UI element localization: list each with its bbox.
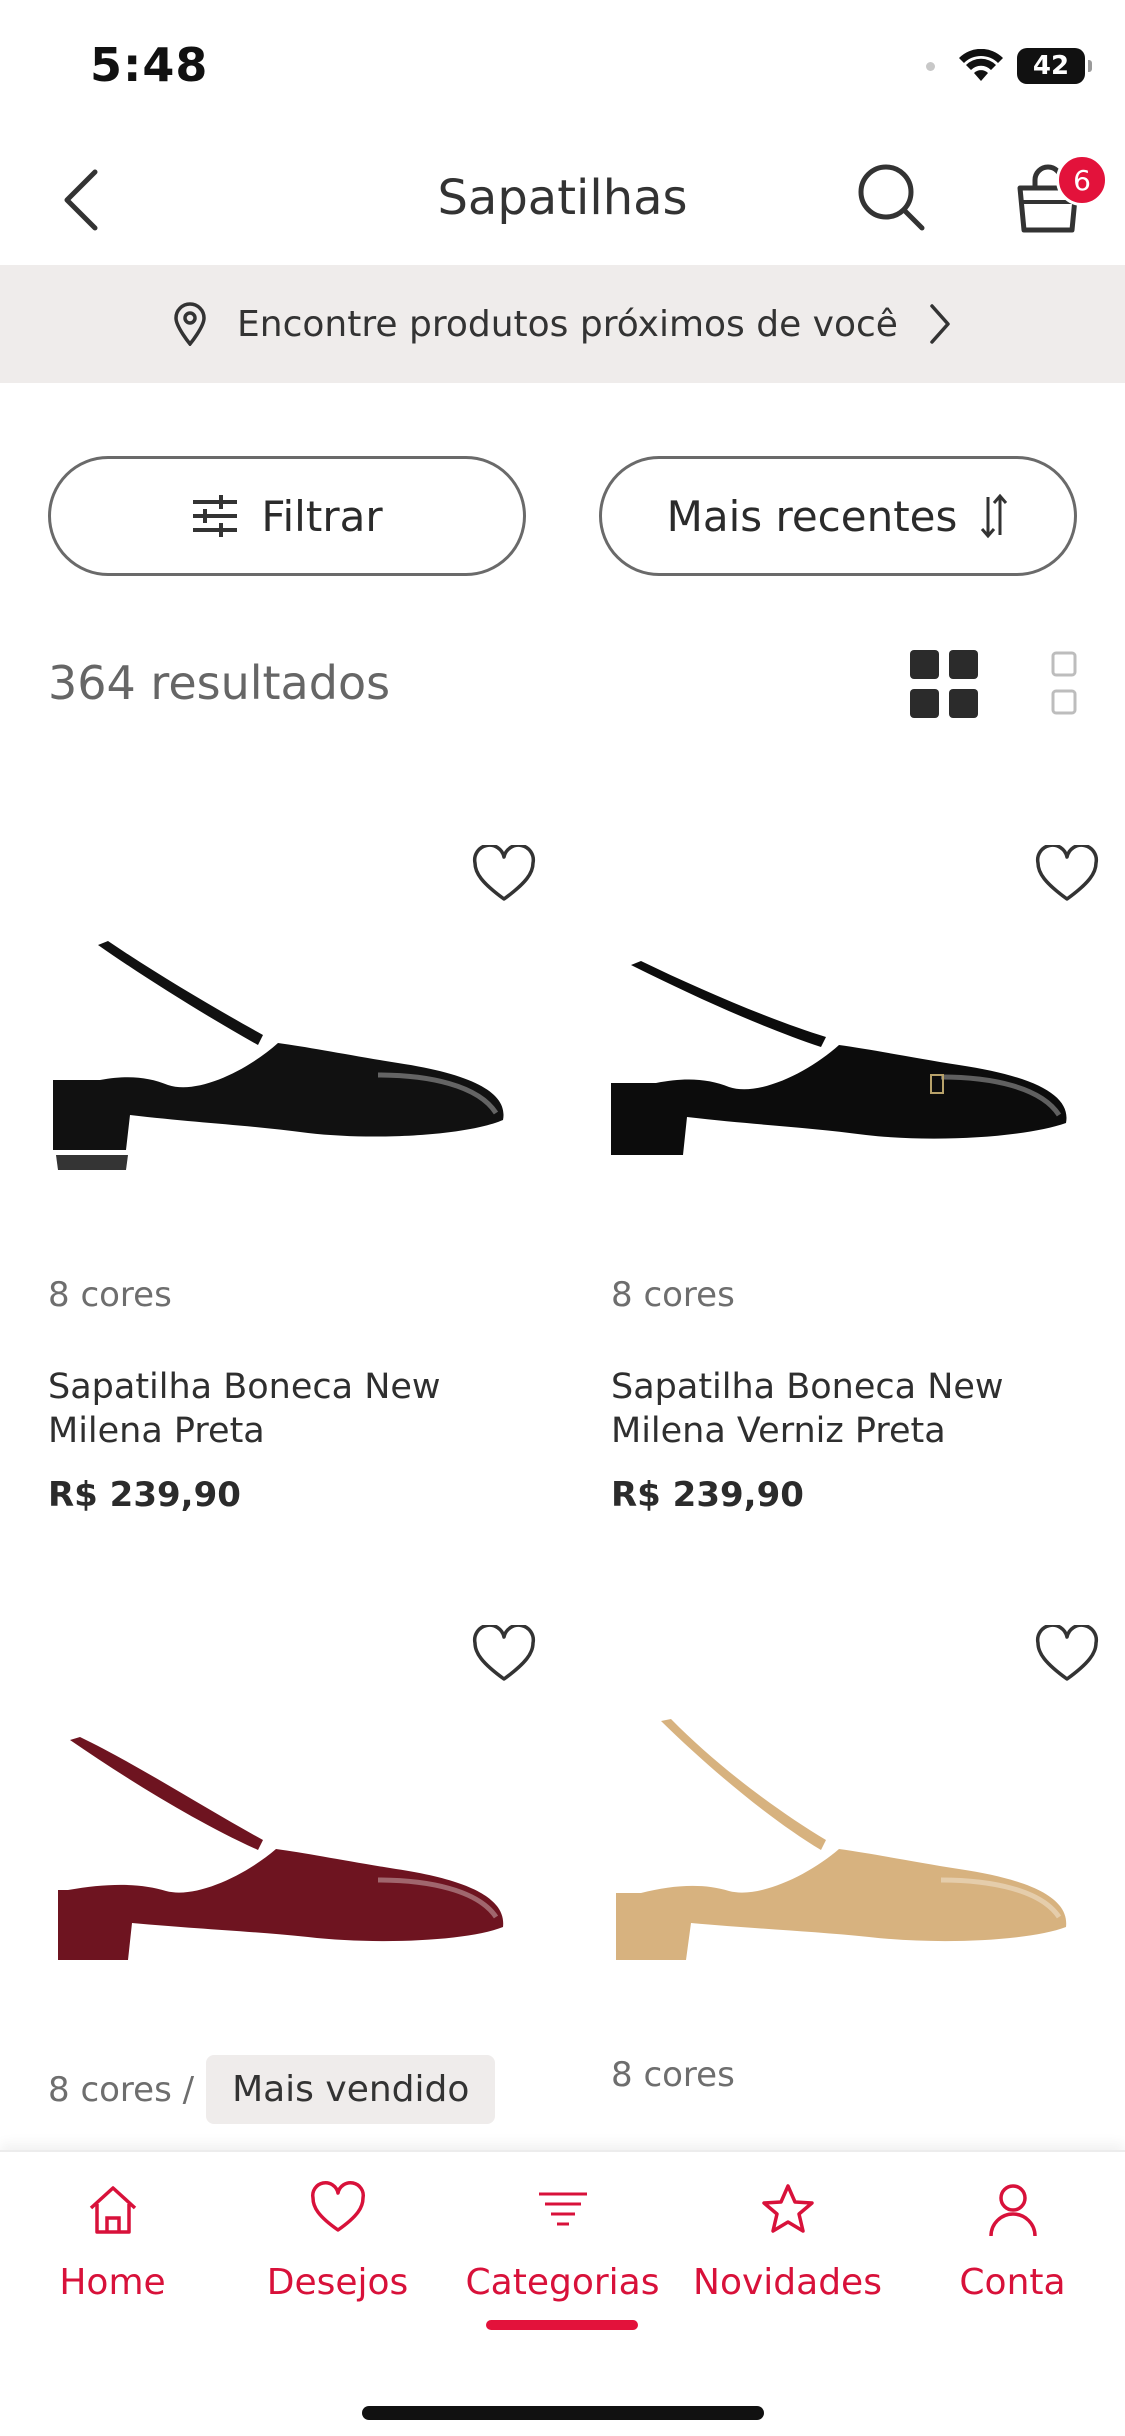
colors-count: 8 cores xyxy=(48,1275,172,1315)
product-card[interactable]: 8 cores Sapatilha Boneca New Milena Vern… xyxy=(611,843,1111,1525)
product-image xyxy=(611,961,1067,1155)
heart-icon xyxy=(472,843,536,901)
sliders-icon xyxy=(193,495,238,537)
nav-item-home[interactable]: Home xyxy=(0,2180,225,2303)
colors-count: 8 cores / xyxy=(48,2069,195,2110)
nav-label: Desejos xyxy=(266,2262,409,2303)
nav-item-categorias[interactable]: Categorias xyxy=(450,2180,675,2303)
status-time: 5:48 xyxy=(90,38,209,92)
product-colors: 8 cores xyxy=(611,1275,735,1315)
sort-label: Mais recentes xyxy=(666,491,958,541)
search-button[interactable] xyxy=(852,158,932,238)
product-colors: 8 cores xyxy=(48,1275,172,1315)
filter-label: Filtrar xyxy=(261,491,383,541)
product-image xyxy=(58,1737,504,1960)
page-title: Sapatilhas xyxy=(437,170,688,226)
results-count: 364 resultados xyxy=(48,656,391,710)
product-name[interactable]: Sapatilha Boneca New Milena Preta xyxy=(48,1365,528,1453)
nav-item-desejos[interactable]: Desejos xyxy=(225,2180,450,2303)
status-icons: 42 xyxy=(926,48,1092,84)
nav-label: Categorias xyxy=(465,2262,660,2303)
list-icon xyxy=(1051,651,1077,715)
product-image xyxy=(616,1719,1067,1960)
grid-view-toggle[interactable] xyxy=(910,650,978,718)
app-header: Sapatilhas 6 xyxy=(0,130,1125,265)
home-indicator[interactable] xyxy=(362,2406,764,2420)
battery-icon: 42 xyxy=(1017,48,1092,84)
product-card[interactable]: 8 cores / Mais vendido xyxy=(48,1623,548,2150)
heart-icon xyxy=(1035,1623,1099,1681)
wifi-icon xyxy=(959,49,1003,81)
nav-label: Novidades xyxy=(693,2262,882,2303)
heart-icon xyxy=(310,2181,365,2232)
nav-item-conta[interactable]: Conta xyxy=(900,2180,1125,2303)
search-icon xyxy=(858,164,925,231)
location-text: Encontre produtos próximos de você xyxy=(237,303,898,345)
cart-count-badge: 6 xyxy=(1056,154,1108,206)
product-colors: 8 cores xyxy=(611,2055,735,2095)
signal-icon xyxy=(926,61,935,71)
product-name[interactable]: Sapatilha Boneca New Milena Verniz Preta xyxy=(611,1365,1091,1453)
active-tab-indicator xyxy=(486,2320,638,2330)
home-icon xyxy=(89,2186,136,2234)
favorite-button[interactable] xyxy=(472,843,542,915)
product-card[interactable]: 8 cores Sapatilha Boneca New Milena Pret… xyxy=(48,843,548,1525)
product-image xyxy=(53,941,504,1170)
location-bar[interactable]: Encontre produtos próximos de você xyxy=(0,265,1125,383)
colors-count: 8 cores xyxy=(611,2055,735,2095)
status-bar: 5:48 42 xyxy=(0,0,1125,130)
nav-item-novidades[interactable]: Novidades xyxy=(675,2180,900,2303)
chevron-right-icon xyxy=(930,304,950,344)
star-icon xyxy=(761,2184,814,2233)
grid-icon xyxy=(910,650,978,718)
location-pin-icon xyxy=(174,302,206,346)
bottom-navigation: Home Desejos Categorias Novidades Conta xyxy=(0,2150,1125,2436)
bestseller-badge: Mais vendido xyxy=(206,2055,496,2124)
cart-button[interactable]: 6 xyxy=(1008,154,1108,248)
favorite-button[interactable] xyxy=(1035,843,1105,915)
categories-icon xyxy=(538,2192,587,2226)
list-view-toggle[interactable] xyxy=(1050,650,1080,720)
sort-button[interactable]: Mais recentes xyxy=(599,456,1077,576)
filter-button[interactable]: Filtrar xyxy=(48,456,526,576)
favorite-button[interactable] xyxy=(472,1623,542,1695)
nav-label: Home xyxy=(59,2262,166,2303)
sort-arrows-icon xyxy=(981,493,1008,539)
product-price: R$ 239,90 xyxy=(48,1475,241,1515)
favorite-button[interactable] xyxy=(1035,1623,1105,1695)
product-price: R$ 239,90 xyxy=(611,1475,804,1515)
user-icon xyxy=(988,2184,1037,2237)
heart-icon xyxy=(1035,843,1099,901)
product-card[interactable]: 8 cores xyxy=(611,1623,1111,2150)
nav-label: Conta xyxy=(959,2262,1066,2303)
product-colors: 8 cores / Mais vendido xyxy=(48,2055,496,2124)
heart-icon xyxy=(472,1623,536,1681)
colors-count: 8 cores xyxy=(611,1275,735,1315)
